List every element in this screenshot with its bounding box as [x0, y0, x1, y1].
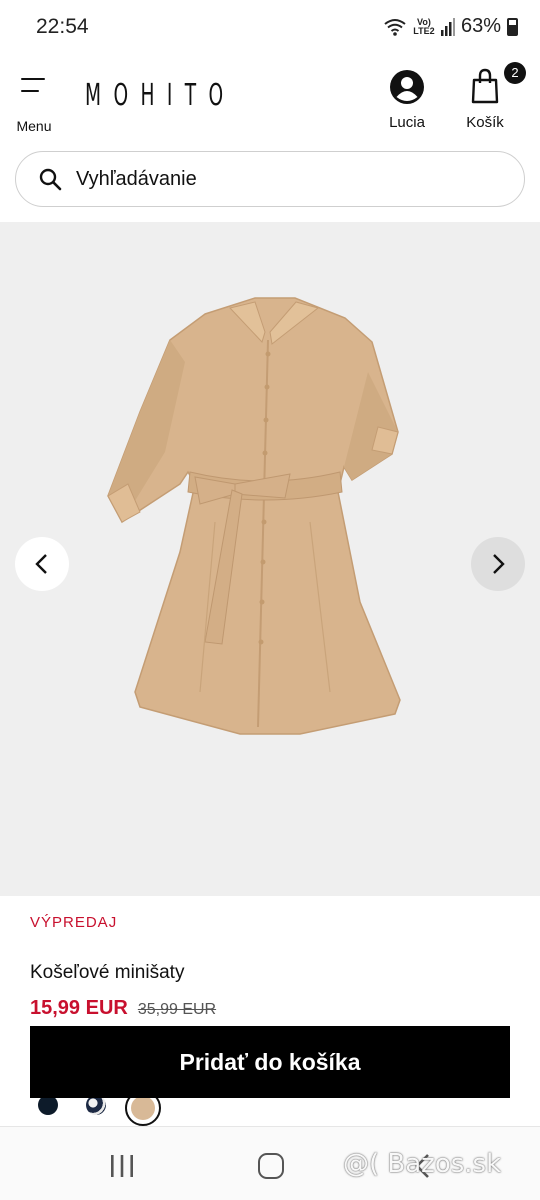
shopping-bag-icon: [471, 68, 499, 104]
chevron-right-icon: [493, 554, 505, 574]
status-icons: Vo) LTE2 63%: [383, 15, 518, 38]
gallery-prev-button[interactable]: [15, 537, 69, 591]
search-icon: [39, 168, 62, 191]
brand-logo[interactable]: MOHITO: [85, 78, 236, 113]
battery-percent: 63%: [460, 15, 501, 37]
product-image-gallery[interactable]: [0, 222, 540, 896]
beige-shirt-dress-image: [107, 297, 401, 735]
chevron-left-icon: [35, 554, 47, 574]
status-time: 22:54: [36, 15, 89, 38]
network-type-label: Vo) LTE2: [413, 16, 435, 36]
home-icon[interactable]: [258, 1153, 284, 1179]
app-header: Menu MOHITO Lucia 2 Košík: [0, 56, 540, 140]
menu-label: Menu: [16, 118, 52, 134]
gallery-next-button[interactable]: [471, 537, 525, 591]
swatch-navy-white-pattern[interactable]: [86, 1095, 106, 1115]
original-price: 35,99 EUR: [137, 1001, 217, 1018]
system-nav-bar: @( Bazos.sk: [0, 1126, 540, 1200]
current-price: 15,99 EUR: [30, 997, 128, 1019]
user-icon: [390, 70, 424, 104]
product-title: Košeľové minišaty: [30, 962, 185, 983]
price-row: 15,99 EUR 35,99 EUR: [30, 997, 216, 1020]
account-button[interactable]: Lucia: [383, 70, 431, 131]
cart-count-badge: 2: [504, 62, 526, 84]
account-label: Lucia: [389, 114, 425, 131]
sale-badge: VÝPREDAJ: [30, 914, 118, 931]
cart-button[interactable]: 2 Košík: [462, 62, 526, 131]
cart-label: Košík: [466, 114, 504, 131]
battery-icon: [507, 17, 518, 36]
add-to-cart-button[interactable]: Pridať do košíka: [30, 1026, 510, 1098]
status-bar: 22:54 Vo) LTE2 63%: [0, 0, 540, 54]
wifi-icon: [384, 18, 406, 36]
swatch-beige[interactable]: [131, 1096, 155, 1120]
search-input[interactable]: [76, 167, 496, 191]
search-bar[interactable]: [15, 151, 525, 207]
recent-apps-icon[interactable]: [110, 1155, 134, 1177]
watermark-text: @( Bazos.sk: [343, 1149, 502, 1179]
signal-icon: [440, 17, 455, 36]
swatch-navy[interactable]: [38, 1095, 58, 1115]
hamburger-icon: [21, 78, 47, 94]
menu-button[interactable]: Menu: [12, 74, 56, 134]
